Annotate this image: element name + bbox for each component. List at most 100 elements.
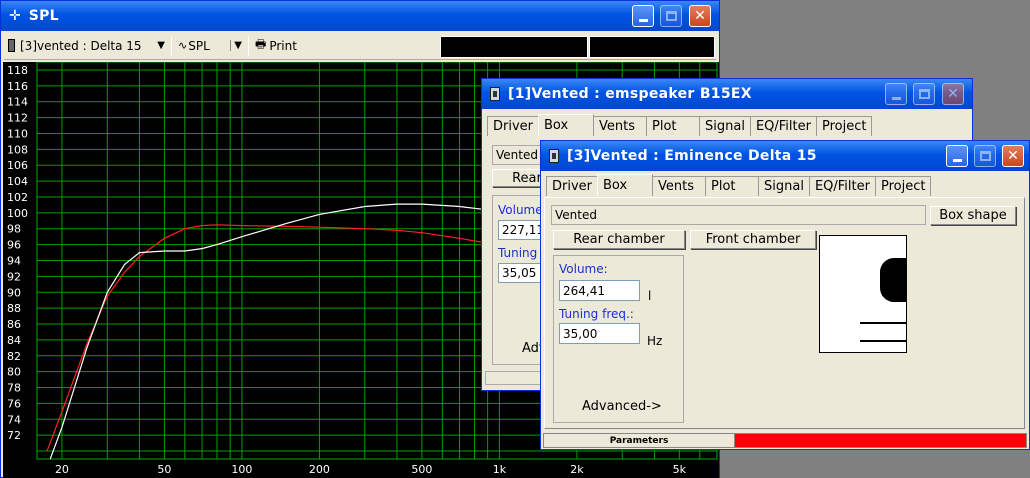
tab-eq-filter[interactable]: EQ/Filter xyxy=(749,116,817,136)
win1-tabs: Driver Box Vents Plot Signal EQ/Filter P… xyxy=(487,114,873,136)
win3-tabs: Driver Box Vents Plot Signal EQ/Filter P… xyxy=(546,174,932,196)
box-shape-button[interactable]: Box shape xyxy=(930,206,1016,225)
x-tick-label: 5k xyxy=(673,463,687,476)
maximize-icon xyxy=(665,11,677,21)
win1-tuning-label: Tuning xyxy=(498,246,538,260)
readout-box-1 xyxy=(440,36,588,58)
close-icon: ✕ xyxy=(694,8,706,24)
maximize-icon xyxy=(918,89,930,99)
y-tick-label: 84 xyxy=(7,334,21,347)
status-indicator xyxy=(734,434,1026,447)
tab-driver[interactable]: Driver xyxy=(546,176,599,196)
parameters-label: Parameters xyxy=(544,434,734,447)
driver-select-value: [3]vented : Delta 15 xyxy=(20,38,142,53)
maximize-icon xyxy=(979,151,991,161)
win1-title: [1]Vented : emspeaker B15EX xyxy=(508,86,752,102)
x-tick-label: 500 xyxy=(411,463,432,476)
volume-input[interactable]: 264,41 xyxy=(559,280,640,301)
chevron-down-icon: ▼ xyxy=(230,40,242,51)
x-tick-label: 1k xyxy=(493,463,507,476)
enclosure-window-3: [3]Vented : Eminence Delta 15 ✕ Driver B… xyxy=(540,140,1030,450)
tab-project[interactable]: Project xyxy=(874,176,932,196)
chevron-down-icon: ▼ xyxy=(157,40,165,51)
advanced-link[interactable]: Advanced-> xyxy=(582,399,662,414)
spl-toolbar: [3]vented : Delta 15 ▼ ∿ SPL ▼ 🖶 Print xyxy=(4,32,716,60)
spl-titlebar[interactable]: ✛ SPL ✕ xyxy=(1,1,719,31)
close-icon: ✕ xyxy=(1007,148,1019,164)
y-tick-label: 112 xyxy=(7,112,28,125)
y-tick-labels: 118 116 114 112 110 108 106 104 102 100 98 96 94 92 90… xyxy=(7,64,28,442)
crosshair-icon: ✛ xyxy=(9,8,21,24)
x-tick-label: 50 xyxy=(157,463,171,476)
rear-chamber-button[interactable]: Rear chamber xyxy=(553,230,685,249)
minimize-button[interactable] xyxy=(885,83,907,105)
driver-select[interactable]: [3]vented : Delta 15 ▼ xyxy=(4,35,169,57)
minimize-icon xyxy=(952,159,962,162)
y-tick-label: 96 xyxy=(7,239,21,252)
y-tick-label: 74 xyxy=(7,413,21,426)
y-tick-label: 92 xyxy=(7,270,21,283)
win1-titlebar[interactable]: [1]Vented : emspeaker B15EX ✕ xyxy=(482,79,972,109)
x-tick-label: 2k xyxy=(570,463,584,476)
tab-signal[interactable]: Signal xyxy=(758,176,810,196)
y-tick-label: 102 xyxy=(7,191,28,204)
maximize-button[interactable] xyxy=(913,83,935,105)
tuning-freq-label: Tuning freq.: xyxy=(559,307,634,321)
tab-box[interactable]: Box xyxy=(538,114,595,136)
tab-box[interactable]: Box xyxy=(597,174,654,196)
y-tick-label: 86 xyxy=(7,318,21,331)
y-tick-label: 118 xyxy=(7,64,28,77)
maximize-button[interactable] xyxy=(974,145,996,167)
front-chamber-button[interactable]: Front chamber xyxy=(690,230,816,249)
win3-box-type: Vented xyxy=(551,205,926,225)
x-tick-labels: 20 50 100 200 500 1k 2k 5k xyxy=(55,463,687,476)
tuning-freq-unit: Hz xyxy=(647,334,663,348)
x-tick-label: 200 xyxy=(309,463,330,476)
y-tick-label: 76 xyxy=(7,397,21,410)
win3-title: [3]Vented : Eminence Delta 15 xyxy=(567,148,817,164)
wave-icon: ∿ xyxy=(178,39,188,52)
maximize-button[interactable] xyxy=(660,5,682,27)
tab-plot[interactable]: Plot xyxy=(646,116,701,136)
close-button[interactable]: ✕ xyxy=(689,5,711,27)
y-tick-label: 106 xyxy=(7,159,28,172)
volume-unit: l xyxy=(648,289,652,303)
win3-titlebar[interactable]: [3]Vented : Eminence Delta 15 ✕ xyxy=(541,141,1029,171)
tab-vents[interactable]: Vents xyxy=(593,116,648,136)
close-button[interactable]: ✕ xyxy=(1002,145,1024,167)
minimize-icon xyxy=(638,19,648,22)
speaker-icon xyxy=(549,149,559,163)
minimize-button[interactable] xyxy=(632,5,654,27)
y-tick-label: 88 xyxy=(7,302,21,315)
tab-eq-filter[interactable]: EQ/Filter xyxy=(808,176,876,196)
vent-line-lower xyxy=(860,340,906,342)
vent-line-upper xyxy=(860,322,906,324)
tab-project[interactable]: Project xyxy=(815,116,873,136)
tab-signal[interactable]: Signal xyxy=(699,116,751,136)
view-select[interactable]: ∿ SPL ▼ xyxy=(174,35,246,57)
win3-status-bar: Parameters xyxy=(543,433,1027,448)
x-tick-label: 100 xyxy=(231,463,252,476)
tuning-freq-input[interactable]: 35,00 xyxy=(559,323,640,344)
print-button[interactable]: 🖶 Print xyxy=(251,35,301,57)
y-tick-label: 104 xyxy=(7,175,28,188)
minimize-button[interactable] xyxy=(946,145,968,167)
y-tick-label: 94 xyxy=(7,255,21,268)
close-button[interactable]: ✕ xyxy=(942,83,964,105)
tab-vents[interactable]: Vents xyxy=(652,176,707,196)
tab-driver[interactable]: Driver xyxy=(487,116,540,136)
tab-plot[interactable]: Plot xyxy=(705,176,760,196)
readout-box-2 xyxy=(589,36,715,58)
y-tick-label: 100 xyxy=(7,207,28,220)
printer-icon: 🖶 xyxy=(255,37,267,51)
y-tick-label: 108 xyxy=(7,143,28,156)
win1-volume-label: Volume xyxy=(498,203,543,217)
volume-label: Volume: xyxy=(559,262,608,276)
y-tick-label: 116 xyxy=(7,80,28,93)
view-select-value: SPL xyxy=(188,38,210,53)
y-tick-label: 90 xyxy=(7,286,21,299)
box-preview xyxy=(819,235,907,353)
close-icon: ✕ xyxy=(947,86,959,102)
y-tick-label: 114 xyxy=(7,96,28,109)
y-tick-label: 78 xyxy=(7,382,21,395)
